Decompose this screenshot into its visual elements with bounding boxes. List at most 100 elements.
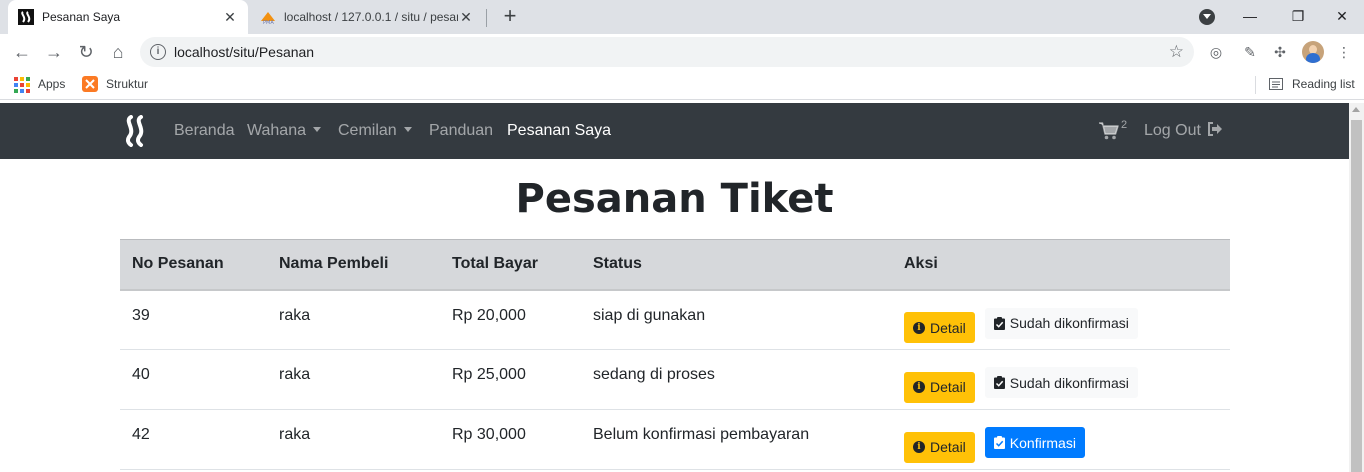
actions-cell: i Detail Sudah dikonfirmasi [892,289,1230,350]
order-number: 39 [120,289,267,350]
tab-pesanan-saya[interactable]: Pesanan Saya ✕ [8,0,248,34]
phpmyadmin-icon: PMA [261,12,275,25]
browser-toolbar: ← → ↻ ⌂ i localhost/situ/Pesanan ☆ ◎ ✎ ✣… [0,34,1364,70]
chevron-down-icon [313,127,321,132]
scrollbar-thumb[interactable] [1351,120,1362,472]
info-icon[interactable]: i [150,44,166,60]
close-window-button[interactable]: ✕ [1328,4,1356,28]
order-number: 40 [120,349,267,410]
table-row: 40 raka Rp 25,000 sedang di proses i Deta… [120,349,1230,410]
buyer-name: raka [267,409,440,470]
star-icon[interactable]: ☆ [1169,42,1184,62]
apps-icon [14,76,30,93]
clipboard-check-icon [993,376,1005,389]
site-logo-icon[interactable] [122,115,148,147]
scroll-up-icon[interactable] [1352,107,1360,112]
tab-title: Pesanan Saya [42,10,121,24]
nav-label: Wahana [247,122,306,139]
close-icon[interactable]: ✕ [458,9,474,25]
table-header-row: No Pesanan Nama Pembeli Total Bayar Stat… [120,239,1230,291]
tab-search-icon[interactable] [1199,9,1215,25]
detail-button[interactable]: i Detail [904,312,975,343]
info-icon: i [913,381,925,393]
nav-cemilan[interactable]: Cemilan [338,122,412,140]
home-icon[interactable]: ⌂ [106,40,130,64]
clipboard-check-icon [993,436,1005,449]
site-navbar: Beranda Wahana Cemilan Panduan Pesanan S… [0,103,1349,159]
extension-icon[interactable]: ◎ [1206,42,1226,62]
nav-pesanan-saya[interactable]: Pesanan Saya [507,122,611,140]
puzzle-icon[interactable]: ✣ [1270,42,1290,62]
column-header: Nama Pembeli [267,239,440,291]
avatar[interactable] [1302,41,1324,63]
order-status: sedang di proses [581,349,892,410]
column-header: Total Bayar [440,239,581,291]
reading-list-label: Reading list [1292,77,1355,91]
forward-icon[interactable]: → [42,40,66,64]
bookmark-label: Struktur [106,77,149,91]
column-header: Aksi [892,239,1230,291]
back-icon[interactable]: ← [10,40,34,64]
eyedropper-icon[interactable]: ✎ [1240,42,1260,62]
orders-table: No Pesanan Nama Pembeli Total Bayar Stat… [120,239,1230,470]
confirmed-button[interactable]: Sudah dikonfirmasi [984,367,1138,398]
cart-icon[interactable] [1099,122,1119,140]
bookmarks-separator [1255,76,1256,94]
confirm-button[interactable]: Konfirmasi [984,427,1085,458]
bookmark-apps[interactable]: Apps [14,76,65,93]
buyer-name: raka [267,349,440,410]
confirmed-button[interactable]: Sudah dikonfirmasi [984,307,1138,339]
info-icon: i [913,441,925,453]
confirm-label: Konfirmasi [1009,434,1076,451]
order-number: 42 [120,409,267,470]
address-bar[interactable]: i localhost/situ/Pesanan ☆ [140,37,1194,67]
detail-label: Detail [930,379,966,395]
buyer-name: raka [267,289,440,350]
nav-beranda[interactable]: Beranda [174,122,235,140]
total-paid: Rp 25,000 [440,349,581,410]
xampp-icon [82,76,98,92]
table-row: 39 raka Rp 20,000 siap di gunakan i Detai… [120,289,1230,350]
close-icon[interactable]: ✕ [222,9,238,25]
actions-cell: i Detail Konfirmasi [892,409,1230,470]
logout-link[interactable]: Log Out [1144,122,1223,140]
total-paid: Rp 30,000 [440,409,581,470]
bookmark-struktur[interactable]: Struktur [82,76,148,92]
table-row: 42 raka Rp 30,000 Belum konfirmasi pemba… [120,409,1230,470]
nav-wahana[interactable]: Wahana [247,122,321,140]
logout-icon [1208,122,1223,136]
site-logo-icon [18,9,34,25]
nav-panduan[interactable]: Panduan [429,122,493,140]
url-text[interactable]: localhost/situ/Pesanan [174,44,314,60]
restore-button[interactable]: ❐ [1284,4,1312,28]
actions-cell: i Detail Sudah dikonfirmasi [892,349,1230,410]
confirmed-label: Sudah dikonfirmasi [1009,315,1129,331]
order-status: Belum konfirmasi pembayaran [581,409,892,470]
logout-label: Log Out [1144,122,1201,139]
tab-title: localhost / 127.0.0.1 / situ / pesanan [284,10,458,24]
info-icon: i [913,321,925,334]
chevron-down-icon [403,127,412,132]
minimize-button[interactable]: — [1236,4,1264,28]
detail-label: Detail [930,319,966,336]
tab-separator [486,9,487,27]
tab-strip: Pesanan Saya ✕ PMA localhost / 127.0.0.1… [0,0,1364,34]
menu-icon[interactable]: ⋮ [1334,42,1354,62]
column-header: No Pesanan [120,239,267,291]
detail-button[interactable]: i Detail [904,431,975,463]
order-status: siap di gunakan [581,289,892,350]
detail-label: Detail [930,439,966,455]
column-header: Status [581,239,892,291]
bookmarks-bar: Apps Struktur Reading list [0,70,1364,100]
reading-list-icon [1269,78,1283,90]
confirmed-label: Sudah dikonfirmasi [1009,374,1129,391]
reading-list-button[interactable]: Reading list [1268,76,1355,92]
tab-phpmyadmin[interactable]: PMA localhost / 127.0.0.1 / situ / pesan… [250,0,484,34]
page-viewport: Beranda Wahana Cemilan Panduan Pesanan S… [0,103,1349,472]
detail-button[interactable]: i Detail [904,371,975,403]
page-scrollbar[interactable] [1349,103,1364,472]
new-tab-button[interactable]: + [498,5,522,29]
reload-icon[interactable]: ↻ [74,40,98,64]
nav-label: Cemilan [338,122,397,139]
svg-text:PMA: PMA [263,20,274,25]
